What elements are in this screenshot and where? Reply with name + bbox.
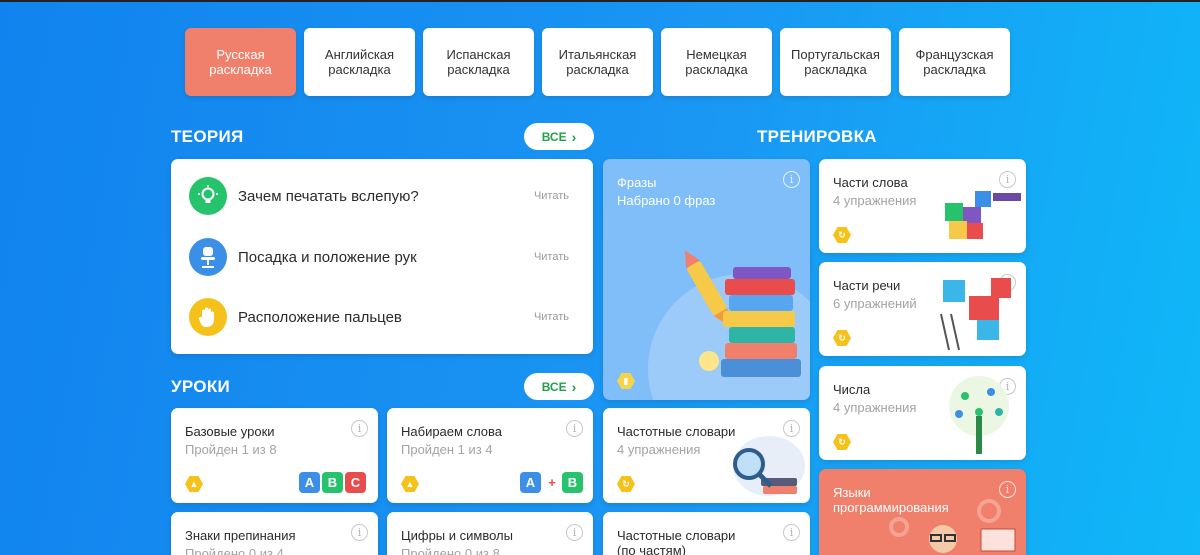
theory-item-finger-placement[interactable]: Расположение пальцев Читать <box>189 297 575 337</box>
tab-portuguese-layout[interactable]: Португальская раскладка <box>780 28 891 96</box>
repeat-icon: ↻ <box>617 476 635 492</box>
lesson-card-words[interactable]: Набираем слова Пройден 1 из 4 i ▲ A + B <box>387 408 593 503</box>
hand-icon <box>189 298 227 336</box>
lesson-title: Набираем слова <box>401 424 503 439</box>
repeat-icon: ↻ <box>833 330 851 346</box>
training-progress: 4 упражнения <box>617 442 701 457</box>
lightbulb-icon <box>189 177 227 215</box>
training-card-frequency-dictionaries[interactable]: Частотные словари 4 упражнения i ↻ <box>603 408 810 503</box>
info-icon[interactable]: i <box>783 524 800 541</box>
read-link[interactable]: Читать <box>534 311 569 323</box>
read-link[interactable]: Читать <box>534 190 569 202</box>
training-progress: 4 упражнения <box>833 400 917 415</box>
window-top-border <box>0 0 1200 2</box>
theory-card: Зачем печатать вслепую? Читать Посадка и… <box>171 159 593 354</box>
lesson-progress: Пройден 1 из 8 <box>185 442 277 457</box>
tab-english-layout[interactable]: Английская раскладка <box>304 28 415 96</box>
tab-italian-layout[interactable]: Итальянская раскладка <box>542 28 653 96</box>
lessons-all-button[interactable]: ВСЕ › <box>524 373 594 400</box>
lesson-title: Цифры и символы <box>401 528 513 543</box>
tab-russian-layout[interactable]: Русская раскладка <box>185 28 296 96</box>
info-icon[interactable]: i <box>999 481 1016 498</box>
training-title: Части слова <box>833 175 908 190</box>
lesson-card-digits[interactable]: Цифры и символы Пройдено 0 из 8 i <box>387 512 593 555</box>
training-card-frequency-parts[interactable]: Частотные словари (по частям) i <box>603 512 810 555</box>
puzzle-illustration <box>945 191 1021 239</box>
plus-sign: + <box>548 475 556 490</box>
training-title: Части речи <box>833 278 901 293</box>
letter-c-block: C <box>345 472 366 493</box>
repeat-icon: ↻ <box>833 434 851 450</box>
lessons-title: УРОКИ <box>171 377 231 396</box>
theory-item-label: Расположение пальцев <box>238 308 402 326</box>
training-progress: Набрано 0 фраз <box>617 193 716 208</box>
lesson-card-punctuation[interactable]: Знаки препинания Пройдено 0 из 4 i <box>171 512 378 555</box>
training-card-programming-languages[interactable]: Языки программирования i <box>819 469 1026 555</box>
info-icon[interactable]: i <box>351 524 368 541</box>
letter-a-block: A <box>520 472 541 493</box>
repeat-icon: ↻ <box>833 227 851 243</box>
lesson-title: Знаки препинания <box>185 528 296 543</box>
training-card-phrases[interactable]: Фразы Набрано 0 фраз i ▮ <box>603 159 810 400</box>
info-icon[interactable]: i <box>566 420 583 437</box>
training-title: Частотные словари (по частям) <box>617 528 736 555</box>
theory-title: ТЕОРИЯ <box>171 127 244 146</box>
theory-item-posture[interactable]: Посадка и положение рук Читать <box>189 237 575 277</box>
tab-french-layout[interactable]: Французская раскладка <box>899 28 1010 96</box>
graduation-cap-icon: ▲ <box>401 476 419 492</box>
read-link[interactable]: Читать <box>534 251 569 263</box>
training-progress: 6 упражнений <box>833 296 917 311</box>
lesson-progress: Пройдено 0 из 4 <box>185 546 284 555</box>
dictionary-magnifier-illustration <box>733 436 805 496</box>
lesson-progress: Пройден 1 из 4 <box>401 442 493 457</box>
letter-b-block: B <box>562 472 583 493</box>
tab-spanish-layout[interactable]: Испанская раскладка <box>423 28 534 96</box>
puzzle-people-illustration <box>940 278 1011 351</box>
lesson-title: Базовые уроки <box>185 424 275 439</box>
training-card-numbers[interactable]: Числа 4 упражнения i ↻ <box>819 366 1026 460</box>
chevron-right-icon: › <box>571 378 577 395</box>
letter-a-block: A <box>299 472 320 493</box>
training-title: Числа <box>833 382 871 397</box>
lesson-card-basic[interactable]: Базовые уроки Пройден 1 из 8 i ▲ A B C <box>171 408 378 503</box>
info-icon[interactable]: i <box>351 420 368 437</box>
number-tree-illustration <box>949 376 1009 454</box>
books-rocket-illustration <box>648 250 810 400</box>
training-card-parts-of-speech[interactable]: Части речи 6 упражнений i ↻ <box>819 262 1026 356</box>
theory-item-label: Зачем печатать вслепую? <box>238 187 419 205</box>
training-title: Частотные словари <box>617 424 736 439</box>
tab-german-layout[interactable]: Немецкая раскладка <box>661 28 772 96</box>
book-icon: ▮ <box>617 373 635 389</box>
theory-item-why-touch-typing[interactable]: Зачем печатать вслепую? Читать <box>189 176 575 216</box>
training-progress: 4 упражнения <box>833 193 917 208</box>
graduation-cap-icon: ▲ <box>185 476 203 492</box>
training-title: ТРЕНИРОВКА <box>757 127 877 146</box>
letter-b-block: B <box>322 472 343 493</box>
all-button-label: ВСЕ <box>541 129 567 144</box>
theory-all-button[interactable]: ВСЕ › <box>524 123 594 150</box>
info-icon[interactable]: i <box>566 524 583 541</box>
training-card-word-parts[interactable]: Части слова 4 упражнения i ↻ <box>819 159 1026 253</box>
chair-icon <box>189 238 227 276</box>
all-button-label: ВСЕ <box>541 379 567 394</box>
chevron-right-icon: › <box>571 128 577 145</box>
programmer-illustration <box>889 499 1016 553</box>
training-title: Фразы <box>617 175 657 190</box>
info-icon[interactable]: i <box>783 171 800 188</box>
theory-item-label: Посадка и положение рук <box>238 248 417 266</box>
lesson-progress: Пройдено 0 из 8 <box>401 546 500 555</box>
